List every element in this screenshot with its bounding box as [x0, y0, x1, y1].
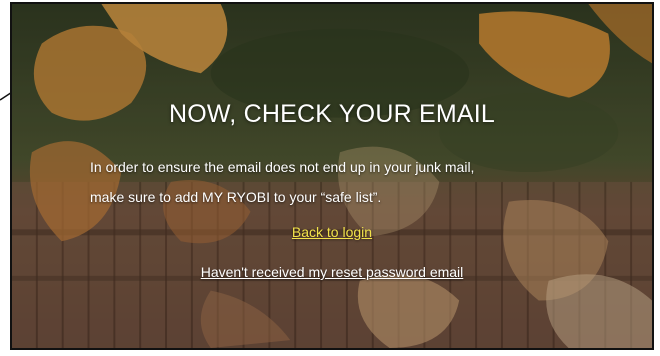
- instruction-text: In order to ensure the email does not en…: [90, 152, 610, 212]
- instruction-line-1: In order to ensure the email does not en…: [90, 159, 475, 175]
- back-to-login-link[interactable]: Back to login: [292, 224, 372, 240]
- instruction-line-2: make sure to add MY RYOBI to your “safe …: [90, 189, 382, 205]
- resend-email-container: Haven't received my reset password email: [12, 264, 652, 280]
- email-confirmation-panel: NOW, CHECK YOUR EMAIL In order to ensure…: [10, 2, 654, 350]
- message-content: NOW, CHECK YOUR EMAIL In order to ensure…: [12, 4, 652, 348]
- back-to-login-container: Back to login: [12, 224, 652, 240]
- page-title: NOW, CHECK YOUR EMAIL: [168, 100, 495, 128]
- resend-reset-email-link[interactable]: Haven't received my reset password email: [201, 264, 464, 280]
